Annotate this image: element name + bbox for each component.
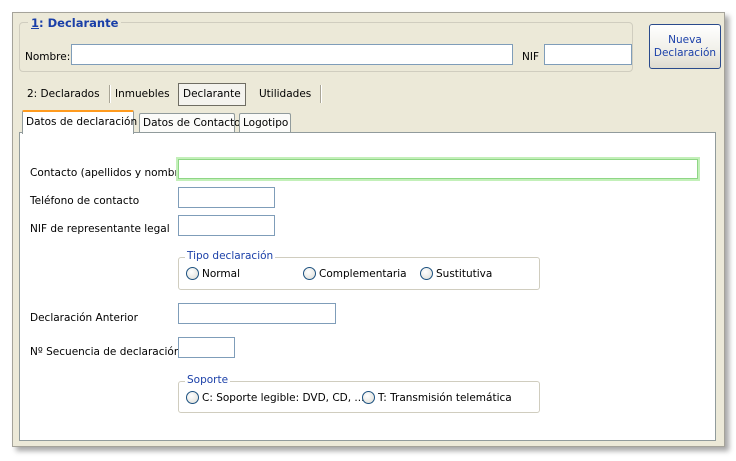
declarante-group-title: 1: Declarante [28,16,122,30]
nueva-button-line2: Declaración [653,46,717,59]
soporte-group: Soporte C: Soporte legible: DVD, CD, ...… [178,374,540,413]
subtab-datos-declaracion[interactable]: Datos de declaración [22,110,137,134]
nif-input[interactable] [544,44,632,65]
nombre-input[interactable] [71,44,513,65]
tab-utilidades[interactable]: Utilidades [255,83,322,106]
nif-label: NIF [522,51,539,63]
declarante-group: 1: Declarante Nombre: NIF [19,16,633,72]
nombre-label: Nombre: [25,51,71,63]
contacto-label: Contacto (apellidos y nombre) [30,167,190,179]
radio-transmision-telematica-label: T: Transmisión telemática [378,391,512,404]
telefono-input[interactable] [178,187,275,208]
subtab-logotipo[interactable]: Logotipo [239,113,291,133]
radio-soporte-legible[interactable]: C: Soporte legible: DVD, CD, ... [186,391,364,404]
tipo-declaracion-legend: Tipo declaración [185,250,276,262]
tab-declarados[interactable]: 2: Declarados [23,83,110,106]
radio-circle-icon [186,267,199,280]
nueva-declaracion-button[interactable]: Nueva Declaración [649,24,721,69]
contacto-input[interactable] [178,159,698,179]
tipo-declaracion-group: Tipo declaración Normal Complementaria S… [178,250,540,290]
main-window: 1: Declarante Nombre: NIF Nueva Declarac… [12,12,725,447]
radio-circle-icon [362,391,375,404]
tab-inmuebles[interactable]: Inmuebles [111,83,180,106]
radio-sustitutiva[interactable]: Sustitutiva [420,267,492,280]
radio-complementaria[interactable]: Complementaria [303,267,407,280]
nif-representante-label: NIF de representante legal [30,223,170,235]
radio-circle-icon [303,267,316,280]
declaracion-anterior-label: Declaración Anterior [30,312,138,324]
radio-transmision-telematica[interactable]: T: Transmisión telemática [362,391,512,404]
nueva-button-line1: Nueva [668,33,702,46]
telefono-label: Teléfono de contacto [30,195,140,207]
secuencia-label: Nº Secuencia de declaración [30,346,181,358]
subtab-datos-contacto[interactable]: Datos de Contacto [139,113,241,133]
radio-circle-icon [420,267,433,280]
radio-sustitutiva-label: Sustitutiva [436,267,493,280]
declaracion-anterior-input[interactable] [178,303,336,324]
radio-soporte-legible-label: C: Soporte legible: DVD, CD, ... [202,391,365,404]
soporte-legend: Soporte [185,374,231,386]
radio-normal[interactable]: Normal [186,267,240,280]
radio-circle-icon [186,391,199,404]
radio-normal-label: Normal [202,267,240,280]
datos-declaracion-panel: Contacto (apellidos y nombre) Teléfono d… [19,132,716,441]
radio-complementaria-label: Complementaria [319,267,407,280]
tab-declarante[interactable]: Declarante [178,83,246,106]
secuencia-input[interactable] [178,337,235,358]
nif-representante-input[interactable] [178,215,275,236]
